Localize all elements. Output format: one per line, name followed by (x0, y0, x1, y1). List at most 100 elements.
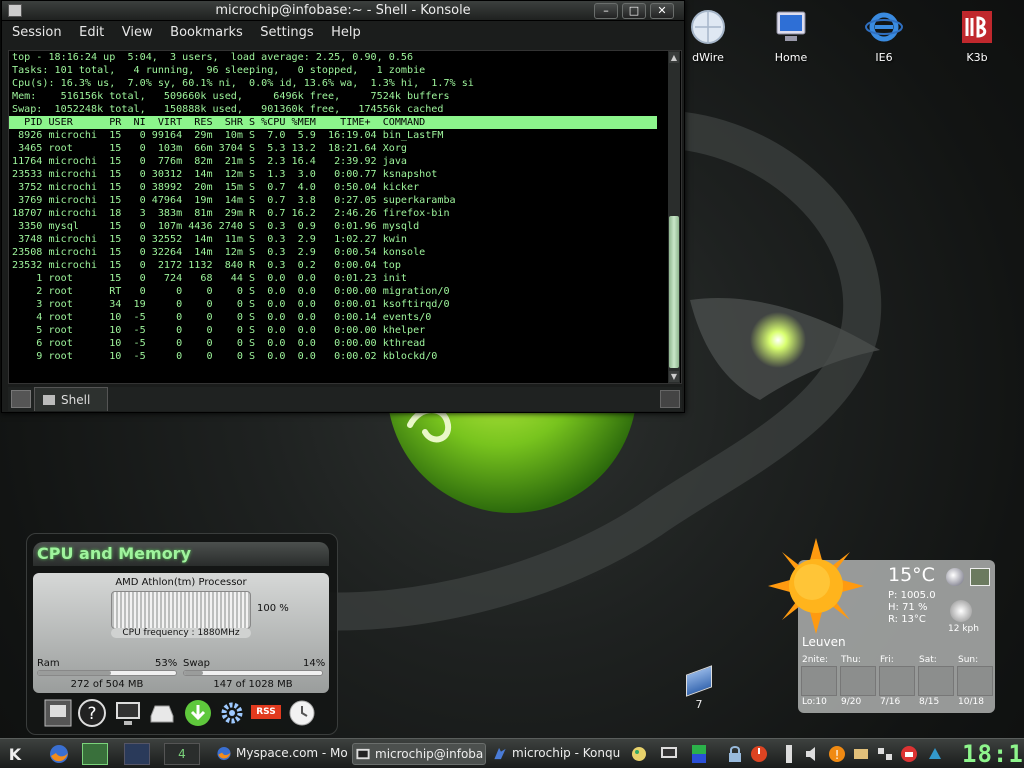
menu-view[interactable]: View (122, 25, 153, 40)
desktop-icon-k3b[interactable]: K3b (945, 8, 1009, 64)
new-session-button[interactable] (11, 390, 31, 408)
monitor-icon[interactable] (113, 698, 143, 728)
globe-icon[interactable] (946, 568, 964, 586)
tab-label: Shell (61, 393, 91, 407)
session-tabbar: Shell (8, 387, 682, 411)
processor-name: AMD Athlon(tm) Processor (115, 577, 247, 588)
weather-widget[interactable]: 15°C P: 1005.0 H: 71 % R: 13°C 12 kph Le… (768, 538, 995, 713)
desktop-item-7[interactable]: 7 (684, 665, 714, 711)
forecast-temp: 9/20 (841, 697, 862, 707)
cpu-load-graph (111, 591, 251, 629)
ram-bar (37, 670, 177, 676)
update-warning-icon[interactable]: ! (828, 745, 846, 763)
desktop-icon-ie6[interactable]: IE6 (852, 8, 916, 64)
clock-icon[interactable] (287, 698, 317, 728)
book-icon (686, 665, 712, 697)
k-menu-icon[interactable]: K (4, 743, 26, 765)
ram-value: 272 of 504 MB (70, 679, 144, 690)
top-summary: top - 18:16:24 up 5:04, 3 users, load av… (12, 52, 474, 115)
terminal-view[interactable]: top - 18:16:24 up 5:04, 3 users, load av… (8, 50, 682, 384)
rss-icon[interactable]: RSS (251, 705, 281, 719)
help-icon[interactable]: ? (77, 698, 107, 728)
network-icon[interactable] (852, 745, 870, 763)
terminal-scrollbar[interactable]: ▲ ▼ (668, 51, 680, 383)
forecast-day: Fri: 7/16 (878, 655, 917, 713)
desktop-icon-home[interactable]: Home (759, 8, 823, 64)
wind-gauge-icon (950, 600, 972, 622)
forecast-day: Thu: 9/20 (839, 655, 878, 713)
maximize-button[interactable]: □ (622, 3, 646, 19)
scrollbar-thumb[interactable] (669, 216, 679, 368)
close-session-button[interactable] (660, 390, 680, 408)
sun-cloud-icon (957, 666, 993, 696)
konqueror-icon (494, 747, 506, 760)
desktop-2-button[interactable] (124, 743, 150, 765)
print-icon[interactable] (900, 745, 918, 763)
close-button[interactable]: ✕ (650, 3, 674, 19)
ram-percent: 53% (155, 658, 178, 669)
svg-text:K: K (9, 745, 22, 764)
connection-icon[interactable] (876, 745, 894, 763)
konsole-window[interactable]: microchip@infobase:~ - Shell - Konsole –… (1, 0, 685, 413)
desktop-icon-dwire[interactable]: dWire (676, 8, 740, 64)
firefox-icon[interactable] (48, 743, 70, 765)
forecast-day: 2nite: Lo:10 (800, 655, 839, 713)
scroll-down-arrow-icon[interactable]: ▼ (669, 371, 679, 382)
cpu-frequency: CPU frequency : 1880MHz (111, 628, 251, 638)
sun-cloud-icon (918, 666, 954, 696)
menu-session[interactable]: Session (12, 25, 62, 40)
desktop-icon-label: Home (774, 51, 808, 64)
menu-help[interactable]: Help (331, 25, 361, 40)
sun-cloud-icon (879, 666, 915, 696)
tab-shell[interactable]: Shell (34, 387, 108, 411)
pager-desktop-number: 4 (178, 747, 186, 761)
task-konsole[interactable]: microchip@infoba (352, 743, 486, 765)
forecast-day-label: Fri: (880, 655, 894, 665)
menu-edit[interactable]: Edit (79, 25, 104, 40)
gear-icon[interactable] (217, 698, 247, 728)
widget-title: CPU and Memory (37, 544, 191, 563)
wind-speed: 12 kph (948, 624, 979, 634)
task-myspace[interactable]: Myspace.com - Mo (214, 743, 348, 765)
speaker-icon[interactable] (804, 745, 822, 763)
taskbar-clock[interactable]: 18:16 (962, 741, 1024, 767)
clipboard-icon[interactable] (926, 745, 944, 763)
process-table: 8926 microchi 15 0 99164 29m 10m S 7.0 5… (12, 130, 456, 362)
cpu-memory-panel: AMD Athlon(tm) Processor 100 % CPU frequ… (33, 573, 329, 693)
task-konqueror[interactable]: microchip - Konqu (490, 743, 624, 765)
ie-icon (865, 12, 903, 42)
monitor-icon[interactable] (660, 745, 678, 763)
desktop-icon-label: dWire (692, 51, 724, 64)
minimize-button[interactable]: – (594, 3, 618, 19)
task-label: microchip@infoba (375, 747, 484, 761)
system-load-meter-icon[interactable] (692, 745, 706, 763)
lock-icon[interactable] (726, 745, 744, 763)
virtual-desktop-pager[interactable]: 4 (164, 743, 200, 765)
window-titlebar[interactable]: microchip@infobase:~ - Shell - Konsole –… (2, 1, 684, 21)
power-icon[interactable] (750, 745, 768, 763)
ram-bar-fill (38, 671, 112, 675)
swap-value: 147 of 1028 MB (213, 679, 293, 690)
forecast-temp: 10/18 (958, 697, 984, 707)
globe-icon (691, 10, 725, 44)
desktop-1-button[interactable] (82, 743, 108, 765)
drive-icon[interactable] (147, 698, 177, 728)
desktop-item-label: 7 (695, 698, 703, 711)
humidity: H: 71 % (888, 602, 928, 613)
forecast-day: Sun: 10/18 (956, 655, 995, 713)
paint-icon[interactable] (630, 745, 648, 763)
ram-label: Ram (37, 658, 60, 669)
scroll-up-arrow-icon[interactable]: ▲ (669, 52, 679, 63)
menu-settings[interactable]: Settings (260, 25, 313, 40)
download-icon[interactable] (183, 698, 213, 728)
terminal-icon (356, 748, 370, 760)
swap-bar (183, 670, 323, 676)
sun-cloud-icon (840, 666, 876, 696)
widget-header: CPU and Memory (33, 542, 329, 566)
menu-bookmarks[interactable]: Bookmarks (170, 25, 243, 40)
amd-chip-icon[interactable] (43, 698, 73, 728)
menubar: Session Edit View Bookmarks Settings Hel… (2, 21, 684, 45)
svg-text:?: ? (87, 704, 96, 724)
cpu-memory-widget[interactable]: CPU and Memory AMD Athlon(tm) Processor … (26, 533, 338, 735)
map-icon[interactable] (970, 568, 990, 586)
